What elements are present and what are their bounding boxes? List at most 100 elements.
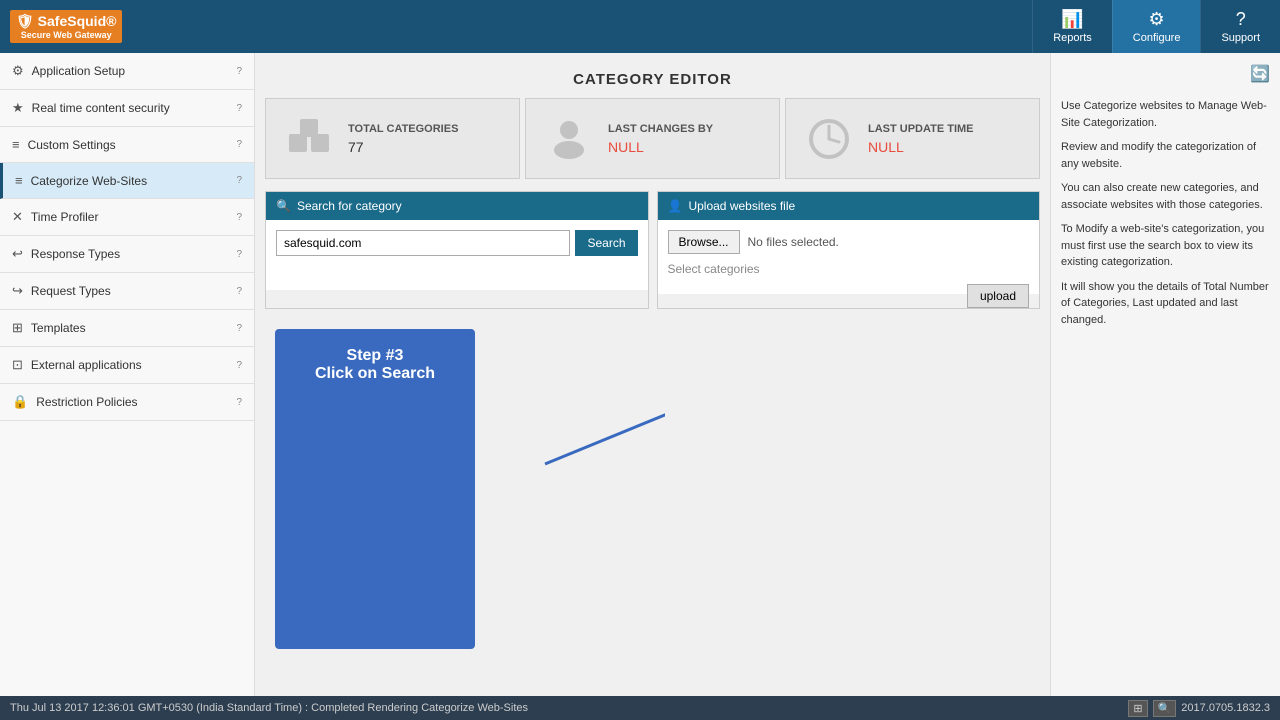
callout-container: Step #3 Click on Search <box>265 309 1040 489</box>
configure-nav-btn[interactable]: ⚙ Configure <box>1112 0 1201 53</box>
sidebar-item-real-time-content[interactable]: ★ Real time content security ? <box>0 90 254 127</box>
external-apps-icon: ⊡ <box>12 357 23 373</box>
search-button[interactable]: Search <box>575 230 637 256</box>
support-nav-btn[interactable]: ? Support <box>1200 0 1280 53</box>
search-header-icon: 🔍 <box>276 199 291 213</box>
browse-button[interactable]: Browse... <box>668 230 740 254</box>
custom-settings-icon: ≡ <box>12 137 20 152</box>
reports-icon: 📊 <box>1061 9 1083 30</box>
top-nav: 🛡 SafeSquid® Secure Web Gateway 📊 Report… <box>0 0 1280 53</box>
status-bar: Thu Jul 13 2017 12:36:01 GMT+0530 (India… <box>0 696 1280 720</box>
sidebar-item-response-types[interactable]: ↩ Response Types ? <box>0 236 254 273</box>
right-sidebar-p3: You can also create new categories, and … <box>1061 180 1270 213</box>
stat-last-update-label: LAST UPDATE TIME <box>868 123 974 135</box>
time-profiler-icon: ✕ <box>12 209 23 225</box>
callout-line2: Click on Search <box>295 365 455 383</box>
upload-panel: 👤 Upload websites file Browse... No file… <box>657 191 1041 309</box>
help-icon-0[interactable]: ? <box>236 66 242 77</box>
sidebar-item-external-applications[interactable]: ⊡ External applications ? <box>0 347 254 384</box>
sidebar-item-label: Response Types <box>31 247 233 261</box>
help-icon-3[interactable]: ? <box>236 175 242 186</box>
upload-button[interactable]: upload <box>967 284 1029 308</box>
status-icon-1[interactable]: ⊞ <box>1128 700 1147 717</box>
callout-box: Step #3 Click on Search <box>275 329 475 649</box>
main-container: ⚙ Application Setup ? ★ Real time conten… <box>0 53 1280 696</box>
select-categories-text: Select categories <box>668 262 1030 276</box>
stat-last-update-content: LAST UPDATE TIME NULL <box>868 123 974 155</box>
stat-last-changes-by: LAST CHANGES BY NULL <box>525 98 780 179</box>
help-icon-8[interactable]: ? <box>236 360 242 371</box>
support-label: Support <box>1221 32 1260 44</box>
refresh-icon[interactable]: 🔄 <box>1250 63 1270 87</box>
stat-total-categories: TOTAL CATEGORIES 77 <box>265 98 520 179</box>
real-time-content-icon: ★ <box>12 100 24 116</box>
upload-row: Browse... No files selected. <box>668 230 1030 254</box>
sidebar-item-templates[interactable]: ⊞ Templates ? <box>0 310 254 347</box>
sidebar-item-label: Real time content security <box>32 101 233 115</box>
stat-last-update-value: NULL <box>868 139 974 155</box>
logo: 🛡 SafeSquid® Secure Web Gateway <box>10 10 122 44</box>
help-icon-5[interactable]: ? <box>236 249 242 260</box>
sidebar-item-application-setup[interactable]: ⚙ Application Setup ? <box>0 53 254 90</box>
help-icon-6[interactable]: ? <box>236 286 242 297</box>
sidebar-item-restriction-policies[interactable]: 🔒 Restriction Policies ? <box>0 384 254 421</box>
right-sidebar-p4: To Modify a web-site's categorization, y… <box>1061 221 1270 271</box>
callout-line1: Step #3 <box>295 347 455 365</box>
content-main: CATEGORY EDITOR TOTAL CATEGORIES 77 <box>255 53 1280 696</box>
application-setup-icon: ⚙ <box>12 63 24 79</box>
right-sidebar-p2: Review and modify the categorization of … <box>1061 139 1270 172</box>
configure-icon: ⚙ <box>1149 9 1165 30</box>
stat-last-changes-content: LAST CHANGES BY NULL <box>608 123 713 155</box>
no-file-text: No files selected. <box>748 235 839 249</box>
help-icon-2[interactable]: ? <box>236 139 242 150</box>
right-sidebar-p5: It will show you the details of Total Nu… <box>1061 279 1270 329</box>
upload-panel-header: 👤 Upload websites file <box>658 192 1040 220</box>
categorize-icon: ≡ <box>15 173 23 188</box>
stat-last-changes-label: LAST CHANGES BY <box>608 123 713 135</box>
top-nav-buttons: 📊 Reports ⚙ Configure ? Support <box>1032 0 1280 53</box>
stat-total-categories-content: TOTAL CATEGORIES 77 <box>348 123 458 155</box>
panels-row: 🔍 Search for category Search <box>265 191 1040 309</box>
upload-header-icon: 👤 <box>668 199 683 213</box>
search-panel-body: Search <box>266 220 648 290</box>
help-icon-1[interactable]: ? <box>236 103 242 114</box>
sidebar-item-categorize-web-sites[interactable]: ≡ Categorize Web-Sites ? <box>0 163 254 199</box>
help-icon-9[interactable]: ? <box>236 397 242 408</box>
logo-name: SafeSquid® <box>38 13 117 29</box>
restriction-policies-icon: 🔒 <box>12 394 28 410</box>
stat-last-changes-value: NULL <box>608 139 713 155</box>
response-types-icon: ↩ <box>12 246 23 262</box>
version-text: 2017.0705.1832.3 <box>1181 702 1270 714</box>
sidebar-item-custom-settings[interactable]: ≡ Custom Settings ? <box>0 127 254 163</box>
search-panel-header: 🔍 Search for category <box>266 192 648 220</box>
search-input[interactable] <box>276 230 570 256</box>
configure-label: Configure <box>1133 32 1181 44</box>
templates-icon: ⊞ <box>12 320 23 336</box>
help-icon-4[interactable]: ? <box>236 212 242 223</box>
search-input-row: Search <box>276 230 638 256</box>
upload-panel-body: Browse... No files selected. Select cate… <box>658 220 1040 294</box>
status-icon-2[interactable]: 🔍 <box>1153 700 1177 717</box>
sidebar-item-label: Templates <box>31 321 233 335</box>
page-title: CATEGORY EDITOR <box>265 63 1040 98</box>
sidebar-item-time-profiler[interactable]: ✕ Time Profiler ? <box>0 199 254 236</box>
person-icon <box>541 111 596 166</box>
sidebar-item-label: External applications <box>31 358 233 372</box>
status-bar-right: ⊞ 🔍 2017.0705.1832.3 <box>1128 700 1270 717</box>
search-panel: 🔍 Search for category Search <box>265 191 649 309</box>
reports-nav-btn[interactable]: 📊 Reports <box>1032 0 1112 53</box>
sidebar: ⚙ Application Setup ? ★ Real time conten… <box>0 53 255 696</box>
stats-row: TOTAL CATEGORIES 77 LAST CHANGES BY NULL <box>265 98 1040 179</box>
right-sidebar: 🔄 Use Categorize websites to Manage Web-… <box>1050 53 1280 696</box>
logo-title: 🛡 SafeSquid® <box>16 12 116 30</box>
clock-icon <box>801 111 856 166</box>
sidebar-item-label: Restriction Policies <box>36 395 232 409</box>
sidebar-item-request-types[interactable]: ↪ Request Types ? <box>0 273 254 310</box>
stat-total-categories-label: TOTAL CATEGORIES <box>348 123 458 135</box>
request-types-icon: ↪ <box>12 283 23 299</box>
boxes-icon <box>281 111 336 166</box>
upload-panel-title: Upload websites file <box>688 199 795 213</box>
help-icon-7[interactable]: ? <box>236 323 242 334</box>
sidebar-item-label: Request Types <box>31 284 233 298</box>
sidebar-item-label: Application Setup <box>32 64 233 78</box>
